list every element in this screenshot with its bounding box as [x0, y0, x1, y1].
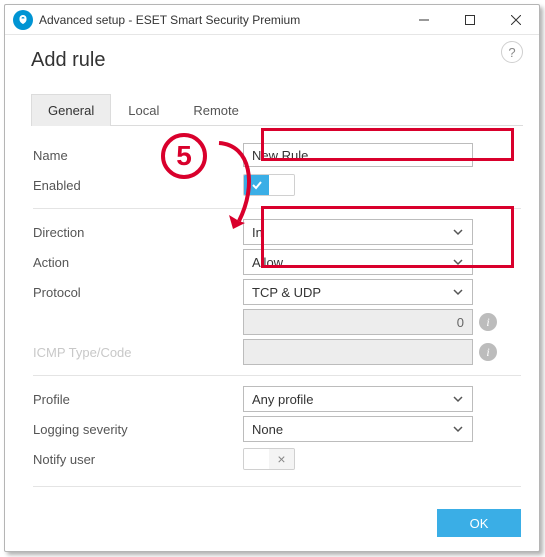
logging-select[interactable]: None [243, 416, 473, 442]
minimize-button[interactable] [401, 5, 447, 34]
name-input[interactable] [243, 143, 473, 167]
protocol-value: TCP & UDP [252, 285, 321, 300]
label-logging: Logging severity [33, 422, 243, 437]
close-button[interactable] [493, 5, 539, 34]
direction-value: In [252, 225, 263, 240]
tab-local[interactable]: Local [111, 94, 176, 125]
page-title: Add rule [31, 49, 523, 72]
label-icmp: ICMP Type/Code [33, 345, 243, 360]
label-protocol: Protocol [33, 285, 243, 300]
tabs: General Local Remote [31, 94, 523, 126]
label-profile: Profile [33, 392, 243, 407]
label-name: Name [33, 148, 243, 163]
app-icon [13, 10, 33, 30]
row-profile: Profile Any profile [33, 384, 521, 414]
row-notify: Notify user × [33, 444, 521, 474]
logging-value: None [252, 422, 283, 437]
label-notify: Notify user [33, 452, 243, 467]
label-enabled: Enabled [33, 178, 243, 193]
label-direction: Direction [33, 225, 243, 240]
action-select[interactable]: Allow [243, 249, 473, 275]
toggle-off-half [269, 175, 294, 195]
info-icon[interactable]: i [479, 343, 497, 361]
row-logging: Logging severity None [33, 414, 521, 444]
row-action: Action Allow [33, 247, 521, 277]
tab-remote[interactable]: Remote [176, 94, 256, 125]
enabled-toggle[interactable] [243, 174, 295, 196]
direction-select[interactable]: In [243, 219, 473, 245]
row-direction: Direction In [33, 217, 521, 247]
divider [33, 375, 521, 376]
icmp-input [243, 339, 473, 365]
toggle-off-half [244, 449, 269, 469]
info-icon[interactable]: i [479, 313, 497, 331]
protocol-select[interactable]: TCP & UDP [243, 279, 473, 305]
divider [33, 208, 521, 209]
maximize-button[interactable] [447, 5, 493, 34]
action-value: Allow [252, 255, 283, 270]
row-enabled: Enabled [33, 170, 521, 200]
row-name: Name [33, 140, 521, 170]
notify-toggle[interactable]: × [243, 448, 295, 470]
row-number: 0 i [33, 307, 521, 337]
window: Advanced setup - ESET Smart Security Pre… [4, 4, 540, 552]
ok-button[interactable]: OK [437, 509, 521, 537]
chevron-down-icon [452, 393, 464, 405]
label-action: Action [33, 255, 243, 270]
page-header: Add rule ? [5, 35, 539, 72]
footer: OK [437, 509, 521, 537]
x-icon: × [269, 449, 294, 469]
window-title: Advanced setup - ESET Smart Security Pre… [39, 13, 401, 27]
profile-value: Any profile [252, 392, 313, 407]
chevron-down-icon [452, 226, 464, 238]
tab-general[interactable]: General [31, 94, 111, 126]
row-icmp: ICMP Type/Code i [33, 337, 521, 367]
chevron-down-icon [452, 423, 464, 435]
profile-select[interactable]: Any profile [243, 386, 473, 412]
form: Name Enabled Direction In [5, 126, 539, 487]
check-icon [244, 175, 269, 195]
window-controls [401, 5, 539, 34]
row-protocol: Protocol TCP & UDP [33, 277, 521, 307]
chevron-down-icon [452, 286, 464, 298]
chevron-down-icon [452, 256, 464, 268]
help-button[interactable]: ? [501, 41, 523, 63]
annotation-step-badge: 5 [161, 133, 207, 179]
divider [33, 486, 521, 487]
titlebar: Advanced setup - ESET Smart Security Pre… [5, 5, 539, 35]
protocol-number-input: 0 [243, 309, 473, 335]
